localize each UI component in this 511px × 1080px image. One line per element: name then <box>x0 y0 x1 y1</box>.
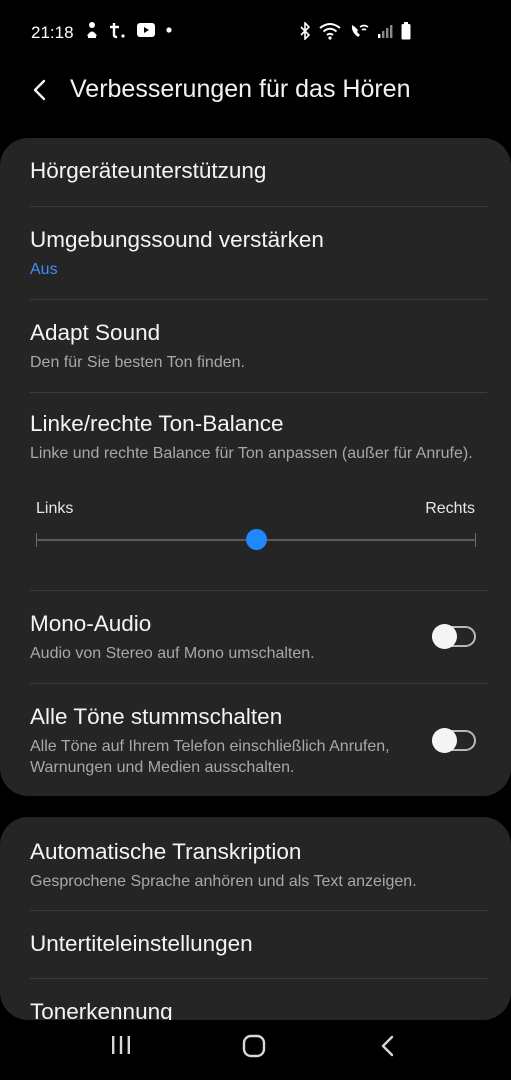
mute-all-sounds-toggle[interactable] <box>432 728 476 753</box>
live-transcribe-item[interactable]: Automatische Transkription Gesprochene S… <box>30 839 487 892</box>
divider <box>30 392 487 393</box>
sound-balance-item: Linke/rechte Ton-Balance Linke und recht… <box>30 411 487 464</box>
mono-audio-toggle[interactable] <box>432 624 476 649</box>
navigation-bar <box>0 1020 511 1080</box>
hearing-aid-support-item[interactable]: Hörgeräteunterstützung <box>30 158 487 184</box>
page-title: Verbesserungen für das Hören <box>70 75 411 103</box>
status-left-icons <box>85 21 173 39</box>
divider <box>30 978 487 979</box>
t-app-icon <box>110 23 125 39</box>
silent-icon <box>87 22 97 38</box>
mono-audio-title: Mono-Audio <box>30 611 152 636</box>
mute-all-sounds-subtitle: Alle Töne auf Ihrem Telefon einschließli… <box>30 738 390 776</box>
live-transcribe-title: Automatische Transkription <box>30 839 302 864</box>
balance-slider[interactable] <box>36 529 476 550</box>
status-bar: 21:18 <box>0 0 511 66</box>
divider <box>30 206 487 207</box>
settings-card-secondary: Automatische Transkription Gesprochene S… <box>0 817 511 1024</box>
wifi-calling-icon <box>351 24 369 37</box>
adapt-sound-subtitle: Den für Sie besten Ton finden. <box>30 354 245 371</box>
amplify-ambient-sound-title: Umgebungssound verstärken <box>30 227 324 252</box>
recent-apps-icon[interactable] <box>110 1034 132 1056</box>
divider <box>30 590 487 591</box>
youtube-icon <box>137 23 155 37</box>
slider-tick-right <box>475 533 476 547</box>
caption-settings-title: Untertiteleinstellungen <box>30 931 253 956</box>
amplify-ambient-sound-status: Aus <box>30 261 58 278</box>
app-bar: Verbesserungen für das Hören <box>0 66 511 114</box>
toggle-knob <box>432 624 457 649</box>
mute-all-sounds-title: Alle Töne stummschalten <box>30 704 283 729</box>
status-time: 21:18 <box>31 23 74 42</box>
hearing-aid-support-title: Hörgeräteunterstützung <box>30 158 267 183</box>
wifi-icon <box>319 23 341 40</box>
divider <box>30 910 487 911</box>
battery-icon <box>401 22 411 40</box>
adapt-sound-title: Adapt Sound <box>30 320 161 345</box>
signal-icon <box>378 25 393 38</box>
caption-settings-item[interactable]: Untertiteleinstellungen <box>30 931 487 957</box>
bluetooth-icon <box>300 22 311 40</box>
balance-right-label: Rechts <box>425 500 475 517</box>
sound-balance-title: Linke/rechte Ton-Balance <box>30 411 284 436</box>
mute-all-sounds-item[interactable]: Alle Töne stummschalten Alle Töne auf Ih… <box>30 704 411 778</box>
home-icon[interactable] <box>242 1034 266 1058</box>
balance-slider-thumb[interactable] <box>246 529 267 550</box>
live-transcribe-subtitle: Gesprochene Sprache anhören und als Text… <box>30 873 417 890</box>
amplify-ambient-sound-item[interactable]: Umgebungssound verstärken Aus <box>30 227 487 280</box>
dot-icon <box>166 27 172 33</box>
mono-audio-subtitle: Audio von Stereo auf Mono umschalten. <box>30 645 315 662</box>
mono-audio-item[interactable]: Mono-Audio Audio von Stereo auf Mono ums… <box>30 611 401 664</box>
sound-balance-subtitle: Linke und rechte Balance für Ton anpasse… <box>30 445 473 462</box>
divider <box>30 299 487 300</box>
adapt-sound-item[interactable]: Adapt Sound Den für Sie besten Ton finde… <box>30 320 487 373</box>
toggle-knob <box>432 728 457 753</box>
divider <box>30 683 487 684</box>
settings-card-main: Hörgeräteunterstützung Umgebungssound ve… <box>0 138 511 796</box>
slider-tick-left <box>36 533 37 547</box>
back-arrow-icon[interactable] <box>29 78 51 102</box>
balance-left-label: Links <box>36 500 74 517</box>
status-right-icons <box>299 22 411 40</box>
back-icon[interactable] <box>378 1034 398 1058</box>
